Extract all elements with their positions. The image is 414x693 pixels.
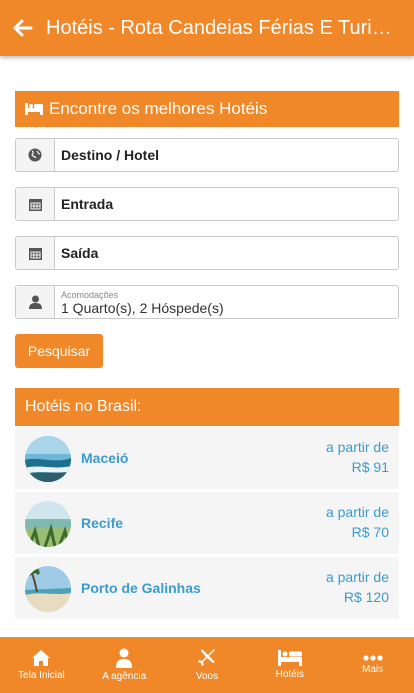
- checkin-input[interactable]: Entrada: [55, 188, 398, 220]
- destination-image: [25, 566, 71, 612]
- tab-home[interactable]: Tela Inicial: [0, 637, 83, 693]
- list-item[interactable]: Recife a partir de R$ 70: [15, 492, 399, 554]
- price-value: R$ 120: [343, 589, 389, 605]
- app-header: Hotéis - Rota Candeias Férias E Turismo: [0, 0, 414, 56]
- bed-icon: [277, 650, 302, 666]
- calendar-icon: [16, 237, 55, 269]
- destination-name[interactable]: Maceió: [81, 450, 128, 466]
- tab-more[interactable]: Mais: [331, 637, 414, 693]
- destination-field[interactable]: Destino / Hotel: [15, 138, 399, 172]
- page-title: Hotéis - Rota Candeias Férias E Turismo: [46, 16, 396, 39]
- price-prefix: a partir de: [325, 439, 389, 455]
- price-value: R$ 91: [351, 459, 389, 475]
- rooms-value: 1 Quarto(s), 2 Hóspede(s): [61, 300, 224, 316]
- destination-image: [25, 436, 71, 482]
- price-prefix: a partir de: [325, 569, 389, 585]
- search-banner-label: Encontre os melhores Hotéis: [49, 99, 268, 118]
- hotels-panel-title: Hotéis no Brasil:: [15, 388, 399, 426]
- arrow-left-icon: [13, 19, 33, 37]
- checkout-input[interactable]: Saída: [55, 237, 398, 269]
- rooms-label: Acomodações: [61, 290, 119, 300]
- destination-input[interactable]: Destino / Hotel: [55, 139, 398, 171]
- list-item[interactable]: Porto de Galinhas a partir de R$ 120: [15, 557, 399, 619]
- price-block: a partir de R$ 70: [326, 502, 389, 542]
- rooms-field[interactable]: Acomodações 1 Quarto(s), 2 Hóspede(s): [15, 285, 399, 319]
- checkin-field[interactable]: Entrada: [15, 187, 399, 221]
- user-icon: [16, 286, 55, 318]
- search-banner: Encontre os melhores Hotéis: [15, 91, 399, 127]
- tab-label: Voos: [195, 671, 219, 682]
- list-item[interactable]: Maceió a partir de R$ 91: [15, 427, 399, 489]
- calendar-icon: [16, 188, 55, 220]
- tab-label: Mais: [362, 664, 384, 675]
- price-prefix: a partir de: [325, 504, 389, 520]
- tab-agency[interactable]: A agência: [83, 637, 166, 693]
- globe-icon: [16, 139, 55, 171]
- price-block: a partir de R$ 91: [326, 437, 389, 477]
- rooms-input[interactable]: Acomodações 1 Quarto(s), 2 Hóspede(s): [55, 286, 398, 318]
- price-block: a partir de R$ 120: [326, 567, 389, 607]
- tab-label: A agência: [102, 671, 147, 682]
- tab-label: Hotéis: [275, 669, 304, 680]
- destination-name[interactable]: Porto de Galinhas: [81, 580, 201, 596]
- tab-hotels[interactable]: Hotéis: [248, 637, 331, 693]
- plane-icon: [197, 649, 216, 666]
- tab-label: Tela Inicial: [18, 670, 65, 681]
- tab-flights[interactable]: Voos: [166, 637, 249, 693]
- home-icon: [32, 650, 51, 666]
- price-value: R$ 70: [351, 524, 389, 540]
- search-button[interactable]: Pesquisar: [15, 334, 103, 368]
- more-icon: [362, 655, 383, 661]
- bed-icon: [25, 103, 43, 115]
- user-icon: [116, 648, 133, 668]
- destination-image: [25, 501, 71, 547]
- bottom-tab-bar: Tela Inicial A agência Voos Hotéis Mais: [0, 637, 414, 693]
- back-button[interactable]: [0, 0, 46, 56]
- destination-name[interactable]: Recife: [81, 515, 123, 531]
- checkout-field[interactable]: Saída: [15, 236, 399, 270]
